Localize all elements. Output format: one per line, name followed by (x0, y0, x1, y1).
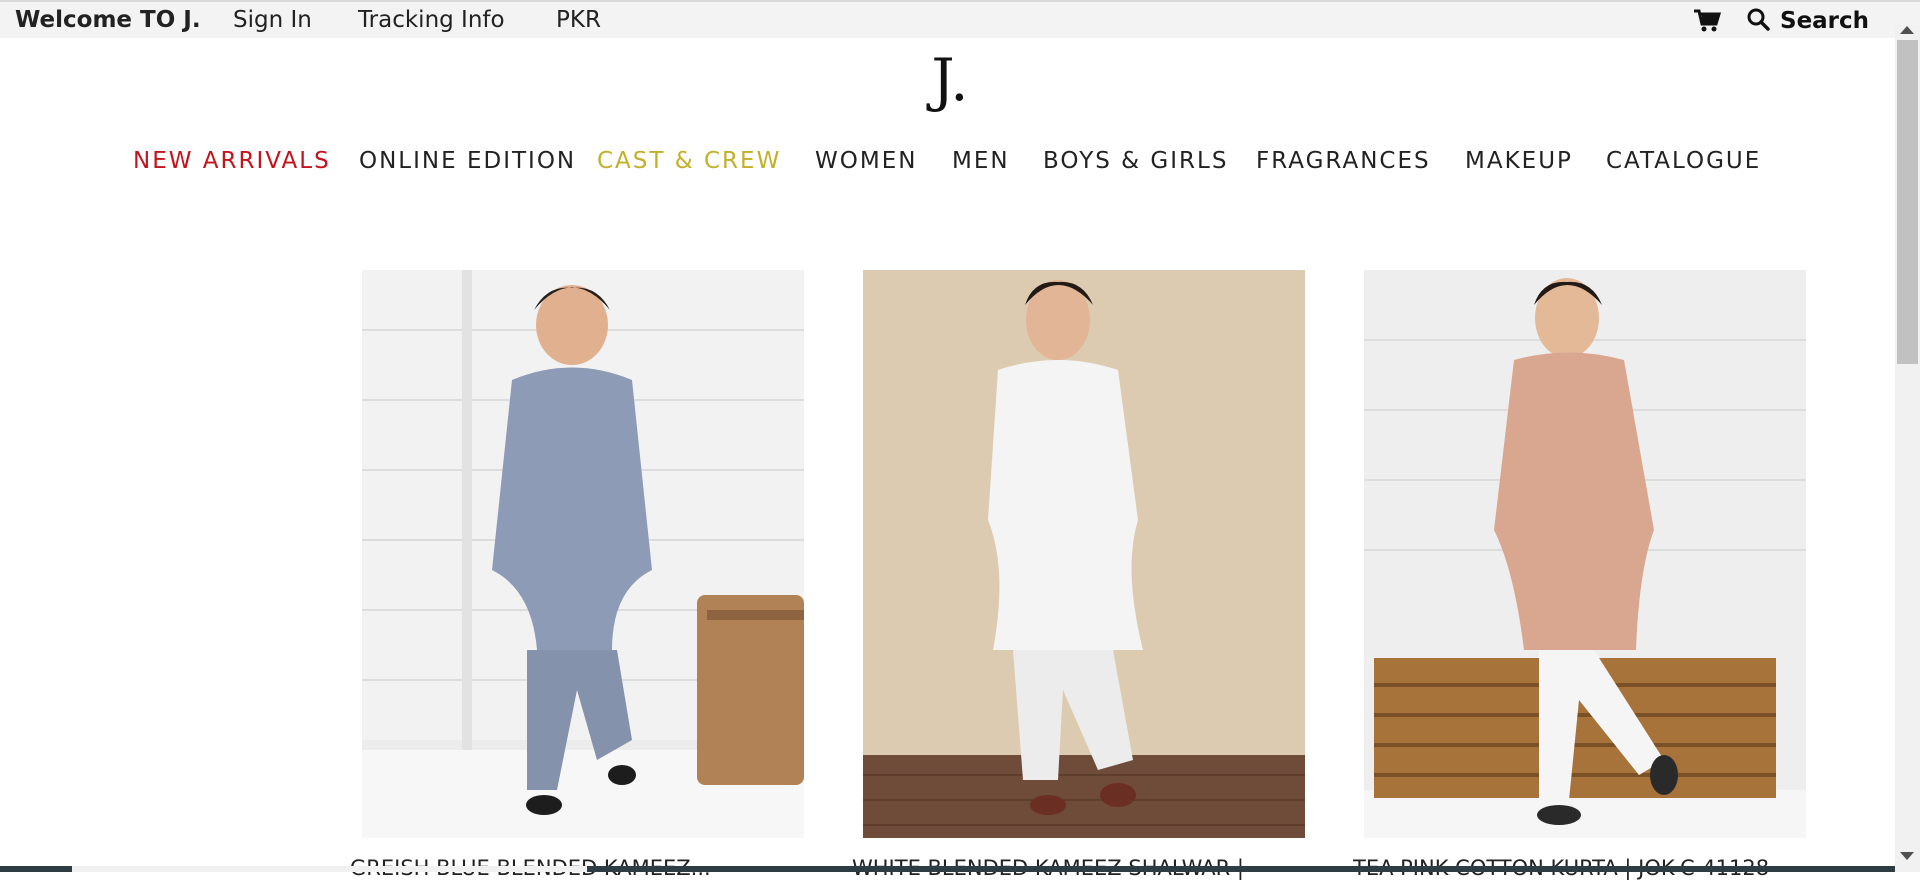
search-button[interactable]: Search (1746, 6, 1869, 36)
nav-men[interactable]: MEN (952, 148, 1010, 174)
top-bar: Welcome TO J. Sign In Tracking Info PKR … (0, 0, 1920, 38)
nav-boys-and-girls[interactable]: BOYS & GIRLS (1043, 148, 1228, 174)
product-image-2[interactable] (863, 270, 1305, 838)
welcome-text: Welcome TO J. (15, 7, 201, 33)
nav-fragrances[interactable]: FRAGRANCES (1256, 148, 1431, 174)
product-image-1[interactable] (362, 270, 804, 838)
scroll-up-arrow-icon[interactable] (1900, 26, 1914, 34)
nav-cast-and-crew[interactable]: CAST & CREW (597, 148, 781, 174)
sign-in-link[interactable]: Sign In (233, 7, 312, 33)
search-icon (1746, 7, 1780, 35)
nav-online-edition[interactable]: ONLINE EDITION (359, 148, 576, 174)
vertical-scrollbar-thumb[interactable] (1897, 40, 1918, 364)
search-label: Search (1780, 8, 1870, 34)
nav-makeup[interactable]: MAKEUP (1465, 148, 1573, 174)
nav-women[interactable]: WOMEN (815, 148, 917, 174)
nav-catalogue[interactable]: CATALOGUE (1606, 148, 1761, 174)
product-image-3[interactable] (1364, 270, 1806, 838)
currency-selector[interactable]: PKR (556, 7, 601, 33)
horizontal-scrollbar-thumb[interactable] (72, 866, 587, 872)
tracking-info-link[interactable]: Tracking Info (358, 7, 505, 33)
cart-icon[interactable] (1692, 8, 1722, 34)
brand-logo[interactable]: J. (930, 40, 970, 120)
scroll-down-arrow-icon[interactable] (1900, 852, 1914, 860)
nav-new-arrivals[interactable]: NEW ARRIVALS (133, 148, 331, 174)
